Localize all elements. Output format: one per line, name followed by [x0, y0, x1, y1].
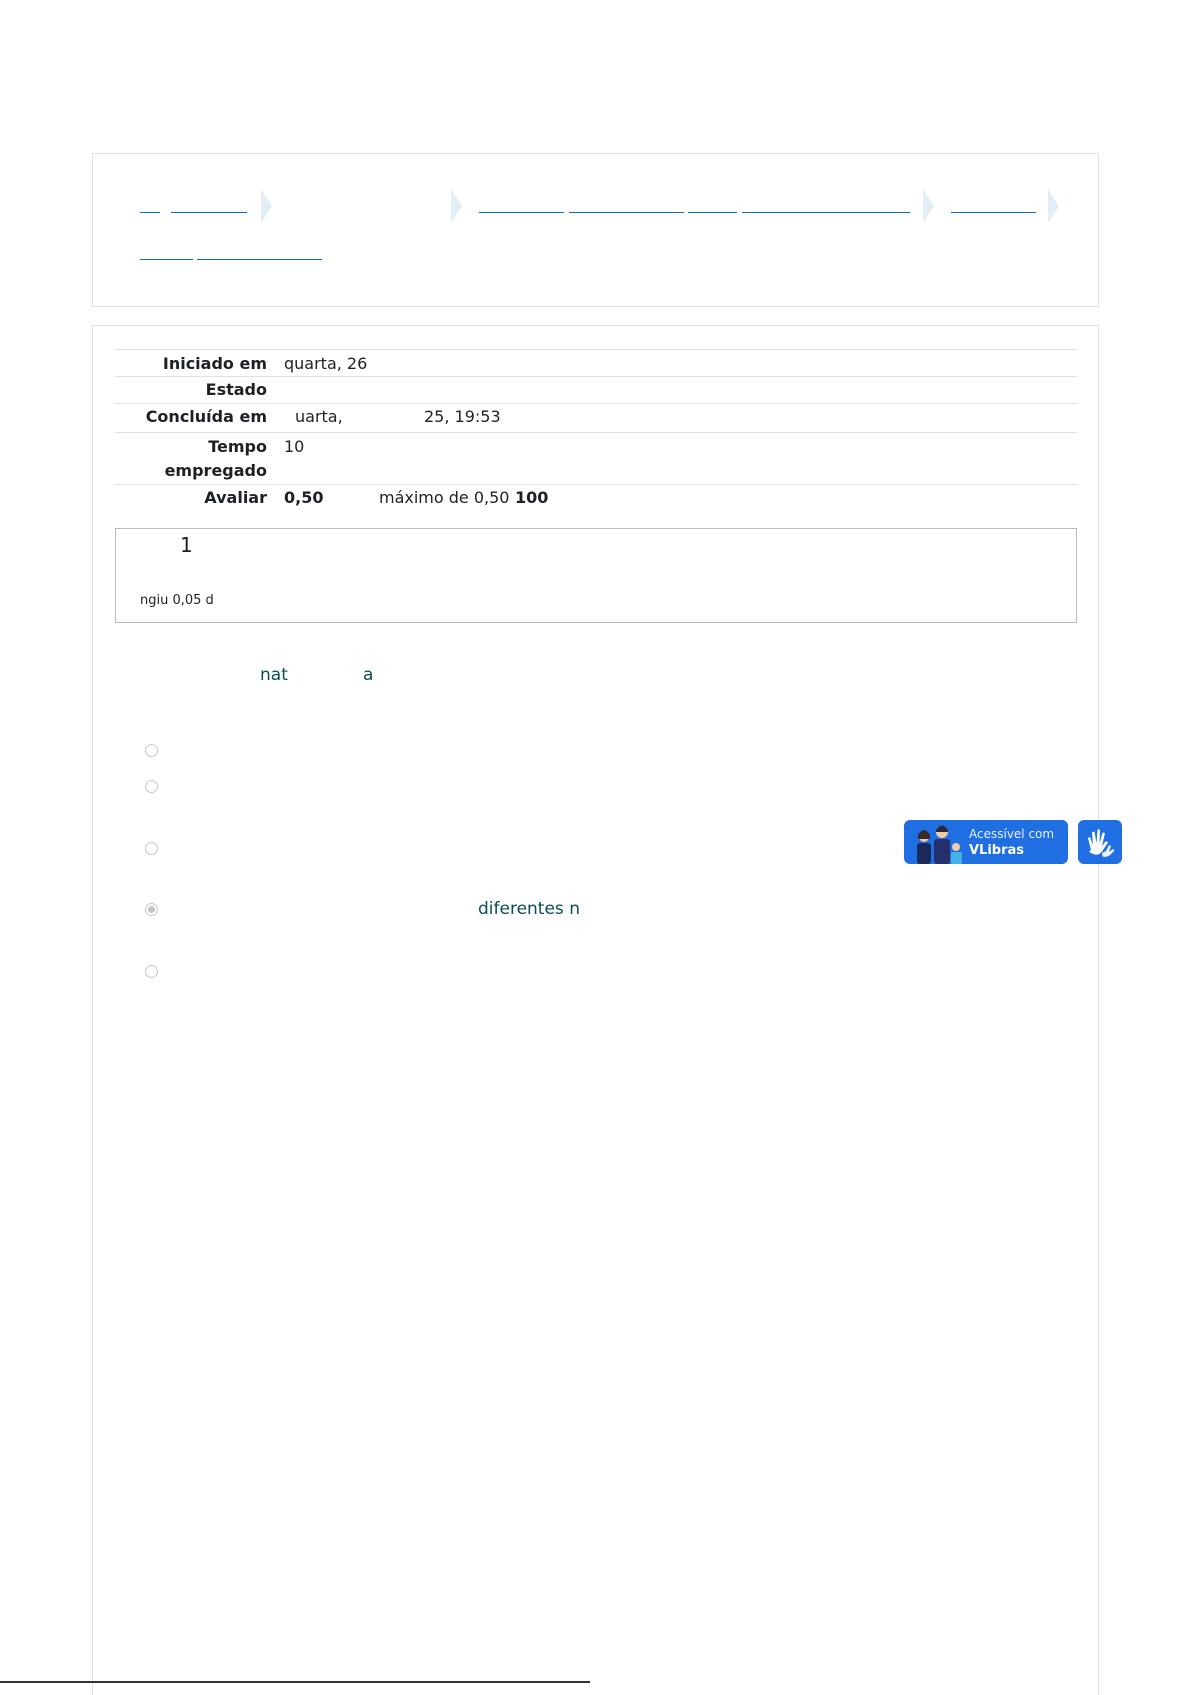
vlibras-banner[interactable]: Acessível com VLibras [904, 820, 1068, 864]
question-info-box [115, 528, 1077, 623]
breadcrumb-link-3[interactable] [479, 212, 564, 213]
summary-key: Concluída em [145, 407, 267, 426]
summary-key-line2: empregado [164, 461, 267, 480]
answer-option-a-radio[interactable] [145, 744, 158, 757]
answer-option-b-radio[interactable] [145, 780, 158, 793]
summary-value-time: 25, 19:53 [424, 407, 501, 426]
attempt-summary-table: Iniciado em quarta, 26 Estado Concluída … [115, 349, 1077, 511]
page-divider [0, 1681, 590, 1683]
summary-row-time-taken: Tempo empregado 10 [115, 432, 1077, 484]
breadcrumb-link-9[interactable] [197, 259, 322, 260]
grade-max: máximo de 0,50 [379, 488, 510, 507]
question-mark-text: ngiu 0,05 d [140, 593, 214, 608]
summary-row-started: Iniciado em quarta, 26 [115, 349, 1077, 376]
answer-option-c-radio[interactable] [145, 842, 158, 855]
question-number: 1 [180, 533, 193, 557]
summary-value: uarta, [295, 407, 343, 426]
vlibras-avatars-icon [917, 825, 962, 864]
summary-row-completed: Concluída em uarta, 25, 19:53 [115, 403, 1077, 432]
summary-value: 10 [284, 437, 305, 456]
breadcrumb-link-7[interactable] [951, 212, 1036, 213]
breadcrumb-link-6[interactable] [742, 212, 910, 213]
summary-key-line1: Tempo [208, 437, 267, 456]
breadcrumb [92, 153, 1099, 307]
summary-row-state: Estado [115, 376, 1077, 403]
summary-value: quarta, 26 [284, 354, 368, 373]
vlibras-line1: Acessível com [969, 827, 1055, 841]
chevron-right-icon [923, 189, 934, 223]
vlibras-line2: VLibras [969, 843, 1025, 858]
summary-key: Iniciado em [162, 354, 267, 373]
breadcrumb-link-1[interactable] [140, 212, 160, 213]
sign-language-button[interactable] [1078, 820, 1122, 864]
sign-language-hand-icon [1088, 829, 1115, 857]
breadcrumb-link-8[interactable] [140, 259, 193, 260]
breadcrumb-link-4[interactable] [569, 212, 684, 213]
breadcrumb-link-5[interactable] [688, 212, 737, 213]
answer-option-d-radio[interactable] [145, 903, 158, 916]
question-text-fragment: nat [260, 665, 288, 685]
grade-percent: 100 [515, 488, 549, 507]
question-text-fragment: a [363, 665, 374, 685]
summary-key: Estado [205, 380, 267, 399]
summary-key: Avaliar [204, 488, 267, 507]
breadcrumb-link-2[interactable] [171, 212, 247, 213]
grade-value: 0,50 [284, 488, 324, 507]
summary-row-grade: Avaliar 0,50 máximo de 0,50 100 [115, 484, 1077, 511]
chevron-right-icon [1048, 189, 1059, 223]
answer-option-d-text: diferentes n [478, 899, 580, 919]
chevron-right-icon [261, 189, 272, 223]
answer-option-e-radio[interactable] [145, 965, 158, 978]
chevron-right-icon [451, 189, 462, 223]
